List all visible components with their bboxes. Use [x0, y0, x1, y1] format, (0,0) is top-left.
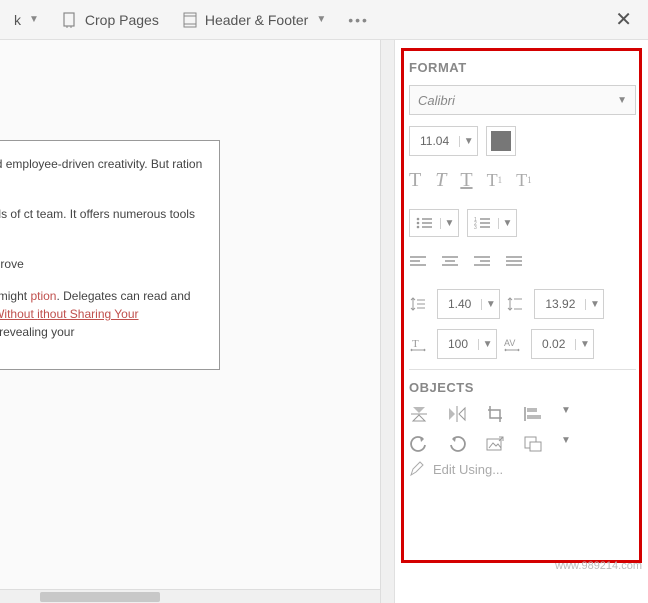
crop-object-icon[interactable]	[485, 405, 505, 423]
chevron-down-icon: ▼	[440, 218, 458, 229]
objects-title: OBJECTS	[409, 380, 636, 395]
crop-pages-button[interactable]: Crop Pages	[53, 7, 167, 33]
pencil-icon	[409, 461, 425, 477]
bold-icon[interactable]: T	[409, 169, 421, 192]
line-spacing-input[interactable]: 1.40 ▼	[437, 289, 500, 319]
crop-label: Crop Pages	[85, 12, 159, 28]
chevron-down-icon: ▼	[498, 218, 516, 229]
align-center-icon[interactable]	[441, 255, 459, 269]
toolbar: k ▼ Crop Pages Header & Footer ▼ ••• ✕	[0, 0, 648, 40]
rotate-right-icon[interactable]	[447, 435, 467, 453]
bullet-list-button[interactable]: ▼	[409, 209, 459, 237]
line-spacing-icon	[409, 295, 431, 313]
font-name: Calibri	[418, 93, 455, 108]
close-button[interactable]: ✕	[605, 3, 642, 36]
align-justify-icon[interactable]	[505, 255, 523, 269]
chevron-down-icon: ▼	[478, 339, 496, 350]
paragraph-4: space per account. What you might ption.…	[0, 287, 205, 341]
numbered-list-button[interactable]: 123 ▼	[467, 209, 517, 237]
horizontal-scale-icon: T	[409, 336, 431, 352]
chevron-down-icon: ▼	[575, 339, 593, 350]
svg-text:T: T	[412, 338, 419, 350]
arrange-icon[interactable]	[523, 435, 543, 453]
link-text[interactable]: ail Access to Someone Without	[0, 307, 37, 321]
panel-scrollbar[interactable]	[380, 40, 394, 603]
paragraph-spacing-icon	[506, 295, 528, 313]
chevron-down-icon: ▼	[585, 299, 603, 310]
flip-horizontal-icon[interactable]	[447, 405, 467, 423]
align-row	[409, 249, 636, 275]
replace-image-icon[interactable]	[485, 435, 505, 453]
horizontal-scale-input[interactable]: 100 ▼	[437, 329, 497, 359]
ellipsis-icon: •••	[348, 12, 369, 28]
numbered-list-icon: 123	[468, 216, 498, 230]
svg-text:AV: AV	[504, 338, 515, 348]
crop-icon	[61, 11, 79, 29]
superscript-icon[interactable]: T1	[487, 170, 503, 191]
format-panel: FORMAT Calibri ▼ 11.04 ▼ T T T T1 T1 ▼	[394, 40, 648, 603]
more-button[interactable]: •••	[340, 8, 377, 32]
paragraph-spacing-input[interactable]: 13.92 ▼	[534, 289, 604, 319]
edit-using-button[interactable]: Edit Using...	[409, 461, 636, 477]
document-page[interactable]: ess in the world. Aside from nd employee…	[0, 140, 220, 370]
objects-row-2: ▼	[409, 435, 636, 453]
edit-using-label: Edit Using...	[433, 462, 503, 477]
svg-text:3: 3	[474, 225, 477, 230]
horizontal-scrollbar[interactable]	[0, 589, 380, 603]
chevron-down-icon: ▼	[617, 95, 627, 106]
align-right-icon[interactable]	[473, 255, 491, 269]
font-family-select[interactable]: Calibri ▼	[409, 85, 636, 115]
document-area: ess in the world. Aside from nd employee…	[0, 40, 380, 603]
flip-vertical-icon[interactable]	[409, 405, 429, 423]
format-title: FORMAT	[409, 60, 636, 75]
underline-icon[interactable]: T	[460, 169, 472, 192]
chevron-down-icon: ▼	[29, 14, 39, 25]
character-spacing-input[interactable]: 0.02 ▼	[531, 329, 594, 359]
objects-row-1: ▼	[409, 405, 636, 423]
align-left-icon[interactable]	[409, 255, 427, 269]
chevron-down-icon: ▼	[459, 136, 477, 147]
chevron-down-icon: ▼	[481, 299, 499, 310]
header-label: Header & Footer	[205, 12, 309, 28]
subscript-icon[interactable]: T1	[516, 170, 532, 191]
align-objects-icon[interactable]	[523, 405, 543, 423]
chevron-down-icon: ▼	[316, 14, 326, 25]
toolbar-button-1[interactable]: k ▼	[6, 8, 47, 32]
rotate-left-icon[interactable]	[409, 435, 429, 453]
tb1-label: k	[14, 12, 21, 28]
header-footer-icon	[181, 11, 199, 29]
italic-icon[interactable]: T	[435, 169, 446, 192]
paragraph-1: ess in the world. Aside from nd employee…	[0, 155, 205, 191]
link-text[interactable]: ption	[30, 289, 56, 303]
chevron-down-icon[interactable]: ▼	[561, 405, 571, 423]
main: ess in the world. Aside from nd employee…	[0, 40, 648, 603]
chevron-down-icon[interactable]: ▼	[561, 435, 571, 453]
close-icon: ✕	[615, 9, 632, 31]
watermark: www.989214.com	[555, 560, 642, 572]
font-size-input[interactable]: 11.04 ▼	[409, 126, 478, 156]
header-footer-button[interactable]: Header & Footer ▼	[173, 7, 334, 33]
paragraph-2: ms. It also carried out hundreds of ct t…	[0, 205, 205, 241]
bullet-list-icon	[410, 216, 440, 230]
divider	[409, 369, 636, 370]
text-style-row: T T T T1 T1	[409, 167, 636, 193]
character-spacing-icon: AV	[503, 336, 525, 352]
font-color-picker[interactable]	[486, 126, 516, 156]
paragraph-3: d examine how they could improve	[0, 255, 205, 273]
